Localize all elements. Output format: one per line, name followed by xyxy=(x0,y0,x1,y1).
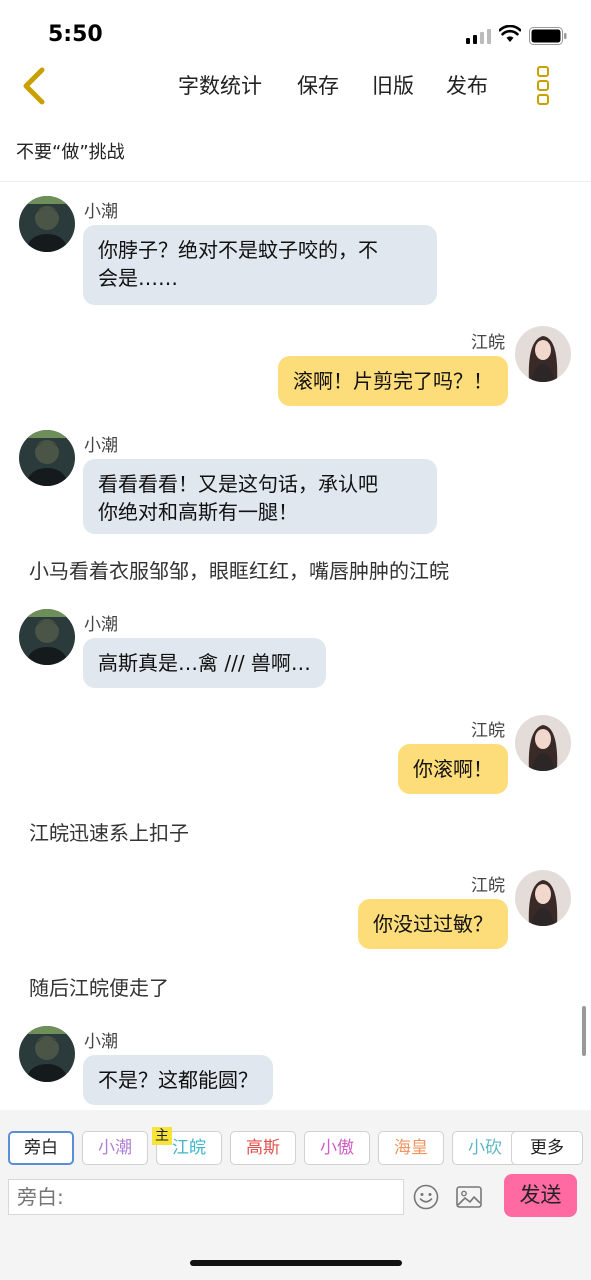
avatar-jiangwan[interactable] xyxy=(515,715,571,771)
avatar-jiangwan[interactable] xyxy=(515,870,571,926)
sender-name: 小潮 xyxy=(84,615,118,635)
scrollbar[interactable] xyxy=(582,1006,586,1056)
sender-name: 江皖 xyxy=(471,721,505,741)
sender-name: 小潮 xyxy=(84,1032,118,1052)
image-icon[interactable] xyxy=(456,1185,482,1209)
back-button[interactable] xyxy=(18,64,54,108)
avatar-xiaochao[interactable] xyxy=(19,1026,75,1082)
narration-text[interactable]: 江皖迅速系上扣子 xyxy=(29,817,189,846)
nav-bar: 字数统计 保存 旧版 发布 xyxy=(0,60,591,112)
sender-name: 江皖 xyxy=(471,876,505,896)
avatar-jiangwan[interactable] xyxy=(515,326,571,382)
chevron-left-icon xyxy=(23,67,45,105)
chapter-title[interactable]: 不要“做”挑战 xyxy=(16,138,125,164)
publish-button[interactable]: 发布 xyxy=(446,70,488,100)
role-chip-narrator[interactable]: 旁白 xyxy=(8,1131,74,1165)
signal-icon xyxy=(466,28,492,44)
battery-icon xyxy=(529,27,567,45)
sender-name: 小潮 xyxy=(84,436,118,456)
status-bar: 5:50 xyxy=(0,0,591,60)
bottom-panel: 旁白 小潮 江皖 主 高斯 小傲 海皇 小砍 更多 发送 xyxy=(0,1110,591,1280)
chat-bubble[interactable]: 高斯真是…禽 /// 兽啊… xyxy=(83,638,326,688)
emoji-icon[interactable] xyxy=(413,1184,439,1210)
avatar-xiaochao[interactable] xyxy=(19,196,75,252)
home-indicator xyxy=(190,1260,402,1266)
chat-bubble[interactable]: 你脖子？绝对不是蚊子咬的，不 会是…… xyxy=(83,225,437,305)
chat-bubble[interactable]: 滚啊！片剪完了吗？！ xyxy=(278,356,508,406)
chat-bubble[interactable]: 看看看看！又是这句话，承认吧 你绝对和高斯有一腿！ xyxy=(83,459,437,534)
chat-bubble[interactable]: 你没过过敏？ xyxy=(358,899,508,949)
owner-badge: 主 xyxy=(152,1127,172,1145)
narration-text[interactable]: 随后江皖便走了 xyxy=(29,972,169,1001)
chat-bubble[interactable]: 你滚啊！ xyxy=(398,744,508,794)
role-chip-xiaochao[interactable]: 小潮 xyxy=(82,1131,148,1165)
send-button[interactable]: 发送 xyxy=(504,1174,577,1217)
divider xyxy=(0,181,591,182)
role-chip-xiaoao[interactable]: 小傲 xyxy=(304,1131,370,1165)
role-chip-gaosi[interactable]: 高斯 xyxy=(230,1131,296,1165)
more-roles-button[interactable]: 更多 xyxy=(511,1131,583,1165)
role-chip-haihuang[interactable]: 海皇 xyxy=(378,1131,444,1165)
word-count-button[interactable]: 字数统计 xyxy=(178,70,262,100)
chat-bubble[interactable]: 不是？这都能圆？ xyxy=(83,1055,273,1105)
role-chip-xiaokan[interactable]: 小砍 xyxy=(452,1131,518,1165)
save-button[interactable]: 保存 xyxy=(297,70,339,100)
old-version-button[interactable]: 旧版 xyxy=(372,70,414,100)
sender-name: 小潮 xyxy=(84,202,118,222)
wifi-icon xyxy=(499,25,521,42)
dialogue-input[interactable] xyxy=(8,1179,404,1215)
sender-name: 江皖 xyxy=(471,333,505,353)
avatar-xiaochao[interactable] xyxy=(19,430,75,486)
narration-text[interactable]: 小马看着衣服邹邹，眼眶红红，嘴唇肿肿的江皖 xyxy=(29,555,449,584)
status-time: 5:50 xyxy=(48,22,103,47)
avatar-xiaochao[interactable] xyxy=(19,609,75,665)
more-menu-button[interactable] xyxy=(532,66,554,106)
